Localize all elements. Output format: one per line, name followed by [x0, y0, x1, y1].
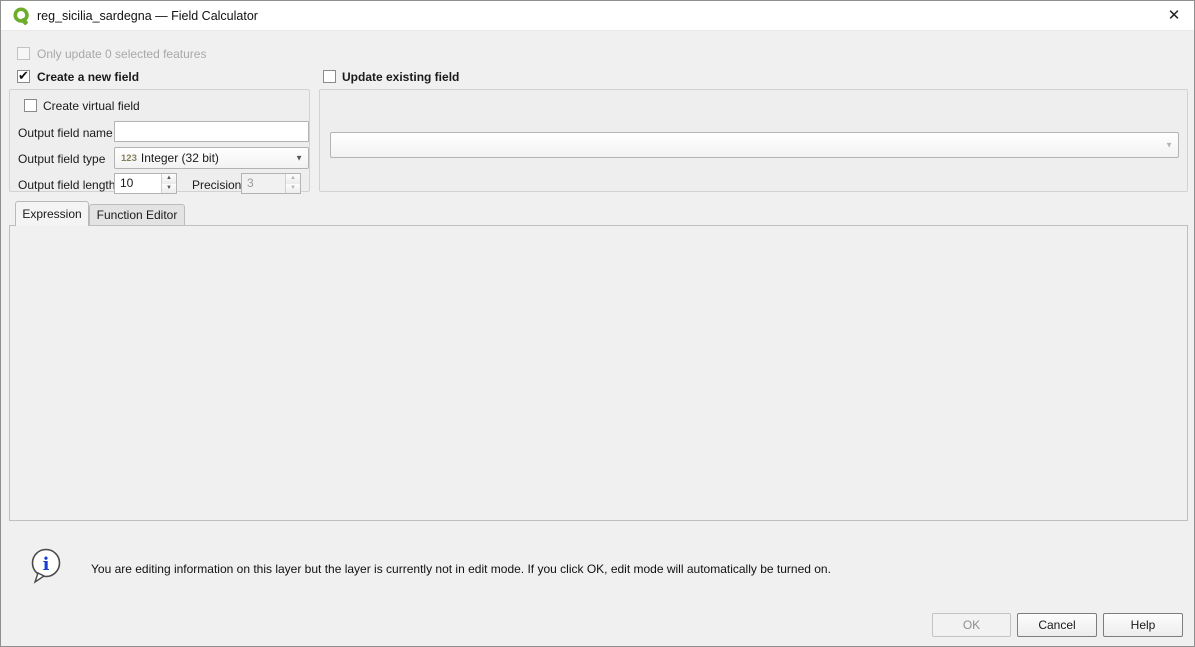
- output-field-length-label: Output field length: [18, 178, 115, 192]
- only-update-checkbox: [17, 47, 30, 60]
- spin-up-icon: ▲: [286, 174, 300, 184]
- chevron-down-icon: ▼: [295, 154, 303, 163]
- precision-value: 3: [247, 176, 254, 190]
- spin-up-icon[interactable]: ▲: [162, 174, 176, 184]
- title-bar: reg_sicilia_sardegna — Field Calculator …: [1, 1, 1194, 31]
- tab-content-frame: [9, 225, 1188, 521]
- update-existing-checkbox[interactable]: [323, 70, 336, 83]
- new-field-group: Create virtual field Output field name O…: [9, 89, 310, 192]
- edit-mode-message: You are editing information on this laye…: [91, 562, 831, 576]
- tab-function-editor[interactable]: Function Editor: [89, 204, 185, 226]
- update-existing-label: Update existing field: [342, 70, 459, 84]
- create-new-field-label: Create a new field: [37, 70, 139, 84]
- ok-button: OK: [932, 613, 1011, 637]
- chevron-down-icon: ▼: [1165, 141, 1173, 150]
- qgis-logo-icon: [13, 7, 31, 25]
- svg-text:i: i: [43, 554, 50, 575]
- info-icon: i: [29, 547, 65, 585]
- check-icon: ✔: [18, 68, 29, 84]
- cancel-button[interactable]: Cancel: [1017, 613, 1097, 637]
- spin-down-icon: ▼: [286, 184, 300, 194]
- spin-down-icon[interactable]: ▼: [162, 184, 176, 194]
- output-field-type-select[interactable]: 123 Integer (32 bit) ▼: [114, 147, 309, 169]
- create-virtual-checkbox[interactable]: [24, 99, 37, 112]
- output-field-length-stepper[interactable]: 10 ▲▼: [114, 173, 177, 194]
- tab-expression[interactable]: Expression: [15, 201, 89, 226]
- precision-stepper: 3 ▲▼: [241, 173, 301, 194]
- integer-type-icon: 123: [121, 153, 137, 164]
- close-icon[interactable]: ✕: [1164, 7, 1184, 25]
- help-button[interactable]: Help: [1103, 613, 1183, 637]
- only-update-label: Only update 0 selected features: [37, 47, 206, 61]
- update-existing-group: ▼: [319, 89, 1188, 192]
- output-field-type-value: Integer (32 bit): [141, 151, 219, 165]
- create-virtual-label: Create virtual field: [43, 99, 140, 113]
- precision-label: Precision: [192, 178, 241, 192]
- output-field-name-label: Output field name: [18, 126, 113, 140]
- field-calculator-dialog: reg_sicilia_sardegna — Field Calculator …: [0, 0, 1195, 647]
- output-field-name-input[interactable]: [114, 121, 309, 142]
- window-title: reg_sicilia_sardegna — Field Calculator: [37, 1, 258, 31]
- output-field-length-value: 10: [120, 176, 133, 190]
- create-new-field-checkbox[interactable]: ✔: [17, 70, 30, 83]
- existing-field-select: ▼: [330, 132, 1179, 158]
- output-field-type-label: Output field type: [18, 152, 105, 166]
